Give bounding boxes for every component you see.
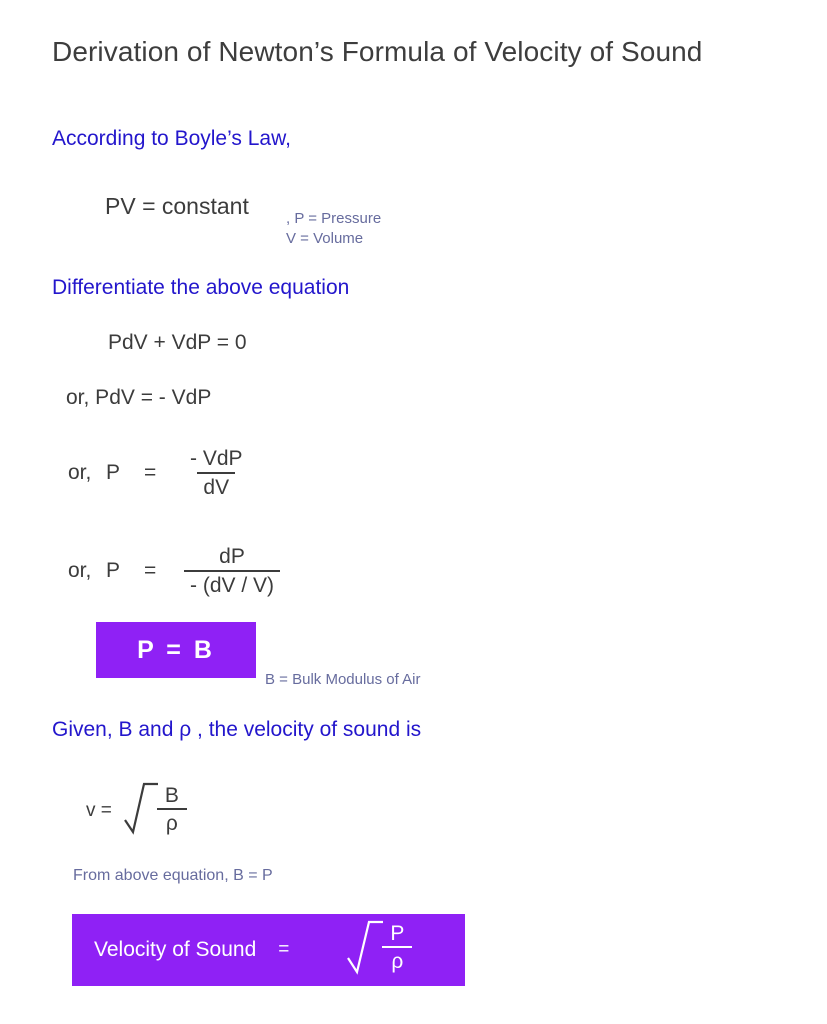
final-result-box: Velocity of Sound = P ρ [72, 914, 465, 986]
annotation-volume: V = Volume [286, 230, 364, 248]
velocity-numerator: B [164, 784, 179, 807]
differentiate-step-3: or, P = - VdP dV [68, 447, 249, 499]
square-root-icon: B ρ [123, 780, 188, 842]
step3-fraction: - VdP dV [184, 447, 249, 499]
boyle-law-equation: PV = constant [105, 193, 249, 219]
bulk-modulus-annotation: B = Bulk Modulus of Air [265, 671, 421, 688]
annotation-pressure: , P = Pressure [286, 210, 382, 227]
velocity-denominator: ρ [156, 808, 187, 835]
final-result-label: Velocity of Sound [94, 938, 257, 961]
differentiate-step-1: PdV + VdP = 0 [108, 331, 247, 354]
step3-or-label: or, [68, 461, 92, 485]
result-expression: P = B [137, 635, 215, 664]
page-title: Derivation of Newton’s Formula of Veloci… [52, 36, 703, 67]
final-denominator: ρ [382, 946, 413, 973]
document-page: Derivation of Newton’s Formula of Veloci… [0, 0, 827, 1024]
step3-lhs: P [106, 461, 121, 485]
step3-denominator: dV [197, 471, 236, 500]
step4-fraction: dP - (dV / V) [184, 545, 281, 598]
differentiate-step-4: or, P = dP - (dV / V) [68, 545, 281, 598]
velocity-lhs: v = [86, 800, 112, 821]
differentiate-step-2: or, PdV = - VdP [66, 386, 212, 409]
from-above-equation-note: From above equation, B = P [73, 867, 273, 884]
step4-numerator: dP [219, 545, 245, 568]
step4-lhs: P [106, 559, 121, 583]
result-highlight-box: P = B [96, 622, 256, 678]
boyle-law-annotation: , P = Pressure V = Volume [286, 209, 381, 250]
step4-equals: = [144, 559, 157, 583]
step4-denominator: - (dV / V) [184, 569, 281, 598]
boyle-law-heading: According to Boyle’s Law, [52, 127, 291, 150]
step4-or-label: or, [68, 559, 92, 583]
final-radicand: P ρ [381, 918, 413, 982]
differentiate-heading: Differentiate the above equation [52, 276, 350, 299]
final-square-root-icon: P ρ [347, 918, 413, 982]
final-radical-stroke-icon [347, 920, 384, 975]
final-result-equals: = [278, 939, 290, 960]
velocity-heading: Given, B and ρ , the velocity of sound i… [52, 718, 422, 741]
step3-equals: = [144, 461, 157, 485]
final-numerator: P [390, 922, 405, 945]
velocity-formula: v = B ρ [86, 780, 188, 842]
velocity-radicand: B ρ [156, 780, 188, 842]
step3-numerator: - VdP [190, 447, 243, 470]
final-sqrt-wrapper: P ρ [347, 918, 413, 982]
radical-stroke-icon [123, 782, 158, 835]
